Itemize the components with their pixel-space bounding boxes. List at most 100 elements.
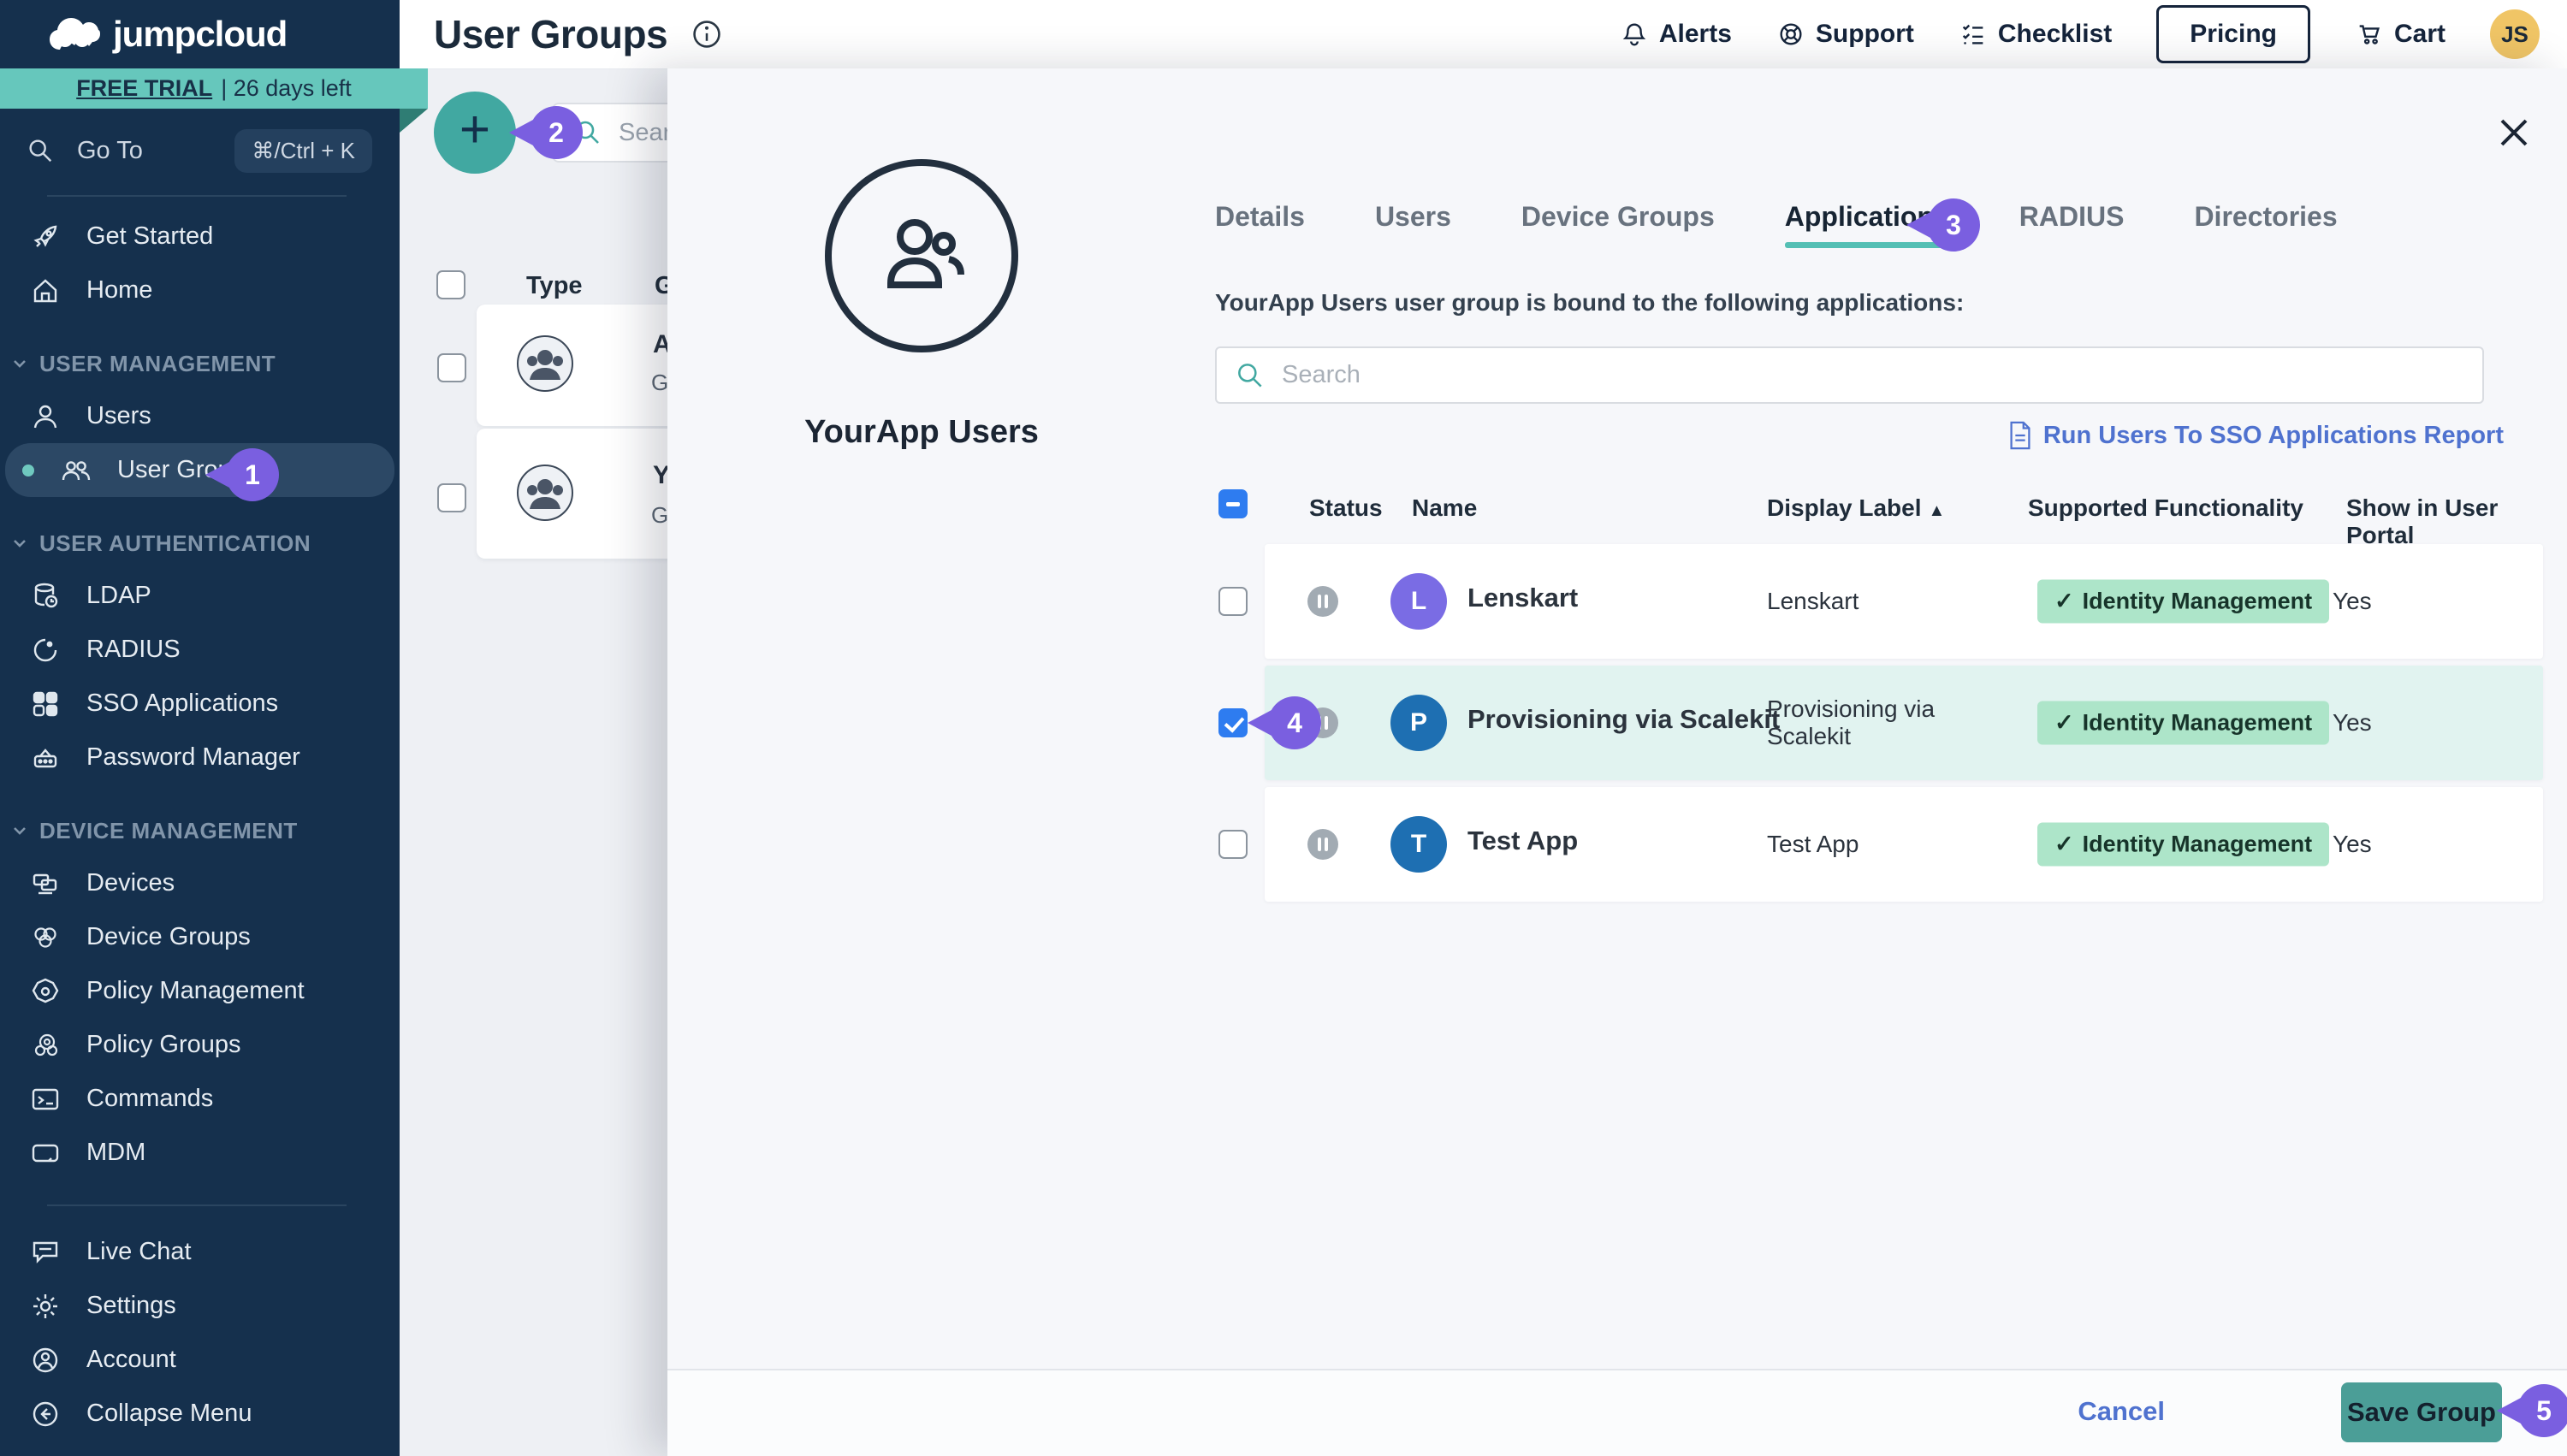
sidebar-item-get-started[interactable]: Get Started — [0, 210, 400, 263]
sidebar-section-user-authentication[interactable]: USER AUTHENTICATION — [0, 518, 400, 569]
identity-management-pill: ✓ Identity Management — [2037, 822, 2330, 867]
sidebar-item-label: Device Groups — [86, 923, 251, 950]
column-status: Status — [1309, 494, 1383, 521]
lifebuoy-icon — [1776, 20, 1805, 49]
search-input[interactable] — [1280, 360, 2482, 390]
row-checkbox-checked[interactable] — [1218, 708, 1248, 737]
goto-search[interactable]: Go To ⌘/Ctrl + K — [0, 124, 400, 177]
row-checkbox[interactable] — [1218, 830, 1248, 859]
chevron-down-icon — [10, 534, 29, 553]
sidebar-item-label: Policy Groups — [86, 1031, 241, 1058]
sidebar-item-mdm[interactable]: MDM — [0, 1126, 400, 1180]
devices-icon — [30, 868, 61, 899]
user-icon — [30, 401, 61, 432]
sidebar-item-account[interactable]: Account — [0, 1333, 400, 1387]
sidebar-item-live-chat[interactable]: Live Chat — [0, 1225, 400, 1279]
sidebar-item-collapse-menu[interactable]: Collapse Menu — [0, 1387, 400, 1441]
run-report-link[interactable]: Run Users To SSO Applications Report — [2007, 421, 2504, 450]
cart-button[interactable]: Cart — [2355, 20, 2445, 49]
rocket-icon — [30, 222, 61, 252]
sidebar-section-user-management[interactable]: USER MANAGEMENT — [0, 338, 400, 389]
chevron-down-icon — [10, 354, 29, 373]
sidebar-item-policy-groups[interactable]: Policy Groups — [0, 1018, 400, 1072]
check-icon: ✓ — [2054, 831, 2074, 857]
document-icon — [2007, 421, 2033, 450]
display-label-cell: Lenskart — [1767, 587, 1859, 614]
divider — [47, 195, 347, 197]
alerts-button[interactable]: Alerts — [1620, 20, 1732, 49]
free-trial-link[interactable]: FREE TRIAL — [76, 75, 212, 102]
sidebar-item-users[interactable]: Users — [0, 389, 400, 443]
application-row[interactable]: T Test App Test App ✓ Identity Management… — [1265, 787, 2543, 902]
sidebar-item-commands[interactable]: Commands — [0, 1072, 400, 1126]
panel-tabs: Details Users Device Groups Applications… — [1215, 201, 2338, 248]
sidebar-item-label: RADIUS — [86, 636, 181, 663]
sidebar-item-device-groups[interactable]: Device Groups — [0, 910, 400, 964]
step-badge-4: 4 — [1268, 696, 1321, 749]
database-icon — [30, 581, 61, 612]
paused-status-icon — [1307, 829, 1338, 860]
sidebar-item-password-manager[interactable]: Password Manager — [0, 731, 400, 784]
jumpcloud-logo[interactable]: jumpcloud — [0, 0, 400, 68]
tab-device-groups[interactable]: Device Groups — [1521, 201, 1715, 248]
chevron-down-icon — [10, 821, 29, 840]
group-avatar — [517, 335, 573, 392]
tab-users[interactable]: Users — [1375, 201, 1451, 248]
row-checkbox[interactable] — [437, 483, 466, 512]
support-button[interactable]: Support — [1776, 20, 1914, 49]
tab-radius[interactable]: RADIUS — [2019, 201, 2125, 248]
column-portal: Show in User Portal — [2346, 494, 2499, 548]
column-name: Name — [1412, 494, 1478, 521]
plus-icon: + — [459, 100, 491, 159]
checklist-button[interactable]: Checklist — [1959, 20, 2112, 49]
functionality-cell: ✓ Identity Management — [2037, 579, 2330, 624]
column-display-label[interactable]: Display Label ▲ — [1767, 494, 1945, 522]
sidebar-item-settings[interactable]: Settings — [0, 1279, 400, 1333]
free-trial-banner[interactable]: FREE TRIAL | 26 days left — [0, 68, 428, 109]
step-badge-5: 5 — [2517, 1384, 2567, 1437]
sort-asc-icon: ▲ — [1928, 501, 1946, 520]
save-group-button[interactable]: Save Group — [2341, 1382, 2502, 1442]
search-icon — [1234, 359, 1266, 392]
app-name-cell: L Lenskart — [1390, 573, 1793, 630]
group-sub: G — [651, 502, 669, 528]
applications-search-field[interactable] — [1215, 346, 2484, 404]
sidebar-item-sso-applications[interactable]: SSO Applications — [0, 677, 400, 731]
user-avatar[interactable]: JS — [2490, 9, 2540, 59]
top-nav: Alerts Support Checklist Pricing Cart JS — [1620, 5, 2567, 63]
row-checkbox[interactable] — [1218, 587, 1248, 616]
select-all-checkbox[interactable] — [436, 270, 465, 299]
add-group-button[interactable]: + — [434, 92, 516, 174]
cancel-button[interactable]: Cancel — [2078, 1396, 2165, 1427]
sidebar-item-home[interactable]: Home — [0, 263, 400, 317]
column-type: Type — [526, 272, 583, 299]
pricing-button[interactable]: Pricing — [2156, 5, 2310, 63]
check-icon: ✓ — [2054, 588, 2074, 614]
sidebar-item-devices[interactable]: Devices — [0, 856, 400, 910]
sidebar-item-ldap[interactable]: LDAP — [0, 569, 400, 623]
tab-details[interactable]: Details — [1215, 201, 1305, 248]
sidebar-item-label: MDM — [86, 1139, 146, 1166]
sidebar-item-radius[interactable]: RADIUS — [0, 623, 400, 677]
functionality-cell: ✓ Identity Management — [2037, 822, 2330, 867]
dial-icon — [30, 635, 61, 666]
application-row-selected[interactable]: P Provisioning via Scalekit Provisioning… — [1265, 666, 2543, 780]
select-all-checkbox[interactable] — [1218, 489, 1248, 518]
info-icon[interactable] — [690, 17, 724, 51]
check-icon: ✓ — [2054, 709, 2074, 736]
group-circle-icon — [825, 159, 1018, 352]
close-icon[interactable] — [2488, 107, 2540, 158]
sidebar-section-device-management[interactable]: DEVICE MANAGEMENT — [0, 805, 400, 856]
cart-icon — [2355, 20, 2384, 49]
app-avatar: T — [1390, 816, 1447, 873]
sidebar-item-user-groups[interactable]: User Groups — [5, 443, 394, 497]
sidebar-item-label: Home — [86, 276, 153, 304]
tab-directories[interactable]: Directories — [2194, 201, 2337, 248]
sidebar-item-label: Settings — [86, 1292, 176, 1319]
top-bar: User Groups Alerts Support Checklist Pri… — [400, 0, 2567, 69]
row-checkbox[interactable] — [437, 353, 466, 382]
panel-footer: Cancel Save Group — [667, 1369, 2567, 1456]
sidebar-item-policy-management[interactable]: Policy Management — [0, 964, 400, 1018]
application-row[interactable]: L Lenskart Lenskart ✓ Identity Management… — [1265, 544, 2543, 659]
mdm-icon — [30, 1138, 61, 1169]
